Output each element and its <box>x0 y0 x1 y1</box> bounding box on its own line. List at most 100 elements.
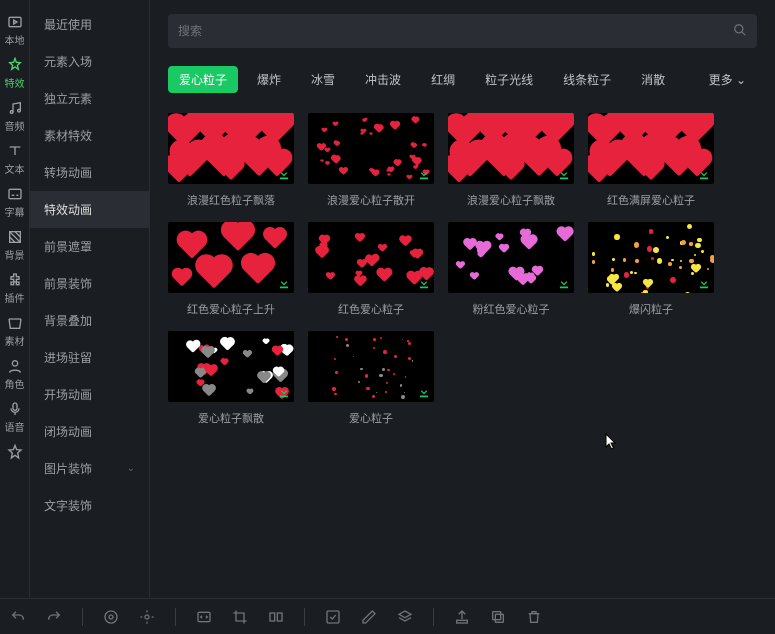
thumbnail-item[interactable]: 爱心粒子飘散 <box>168 331 294 426</box>
download-icon[interactable] <box>697 276 711 290</box>
tag-line[interactable]: 线条粒子 <box>552 66 622 93</box>
thumbnail-preview <box>588 113 714 184</box>
category-label: 文字装饰 <box>44 497 92 514</box>
thumbnail-preview <box>308 331 434 402</box>
thumbnail-preview <box>168 113 294 184</box>
category-label: 素材特效 <box>44 127 92 144</box>
check-icon[interactable] <box>325 609 341 625</box>
category-indep[interactable]: 独立元素 <box>30 80 149 117</box>
category-picdeco[interactable]: 图片装饰⌄ <box>30 450 149 487</box>
category-fgmask[interactable]: 前景遮罩 <box>30 228 149 265</box>
sidebar-tab-effects[interactable]: 特效 <box>0 51 30 94</box>
sidebar-tab-background[interactable]: 背景 <box>0 223 30 266</box>
thumbnail-preview <box>448 113 574 184</box>
thumbnail-item[interactable]: 粉红色爱心粒子 <box>448 222 574 317</box>
download-icon[interactable] <box>557 276 571 290</box>
sidebar-tab-text[interactable]: 文本 <box>0 137 30 180</box>
thumbnail-preview <box>448 222 574 293</box>
more-label: 更多 <box>709 73 733 87</box>
search-box[interactable] <box>168 14 757 48</box>
crop-icon[interactable] <box>232 609 248 625</box>
edit-icon[interactable] <box>361 609 377 625</box>
category-label: 闭场动画 <box>44 423 92 440</box>
icon-sidebar: 本地特效音频文本字幕背景插件素材角色语音 <box>0 0 30 598</box>
sidebar-tab-material[interactable]: 素材 <box>0 309 30 352</box>
tag-heart[interactable]: 爱心粒子 <box>168 66 238 93</box>
category-openani[interactable]: 开场动画 <box>30 376 149 413</box>
download-icon[interactable] <box>277 385 291 399</box>
category-trans[interactable]: 转场动画 <box>30 154 149 191</box>
upload-icon[interactable] <box>454 609 470 625</box>
download-icon[interactable] <box>277 276 291 290</box>
sidebar-tab-local[interactable]: 本地 <box>0 8 30 51</box>
thumbnail-title: 浪漫红色粒子飘落 <box>187 192 275 208</box>
sidebar-tab-subtitle[interactable]: 字幕 <box>0 180 30 223</box>
tag-ribbon[interactable]: 红绸 <box>420 66 466 93</box>
redo-button[interactable] <box>46 609 62 625</box>
split-icon[interactable] <box>268 609 284 625</box>
tag-snow[interactable]: 冰雪 <box>300 66 346 93</box>
tag-explode[interactable]: 爆炸 <box>246 66 292 93</box>
category-recent[interactable]: 最近使用 <box>30 6 149 43</box>
thumbnail-title: 红色爱心粒子 <box>338 301 404 317</box>
category-fgdeco[interactable]: 前景装饰 <box>30 265 149 302</box>
sidebar-tab-voice[interactable]: 语音 <box>0 395 30 438</box>
delete-icon[interactable] <box>526 609 542 625</box>
tag-dissipate[interactable]: 消散 <box>630 66 676 93</box>
thumbnail-item[interactable]: 浪漫爱心粒子散开 <box>308 113 434 208</box>
separator <box>82 608 83 626</box>
thumbnail-title: 爆闪粒子 <box>629 301 673 317</box>
thumbnail-preview <box>168 222 294 293</box>
sidebar-tab-character[interactable]: 角色 <box>0 352 30 395</box>
category-fxanim[interactable]: 特效动画 <box>30 191 149 228</box>
download-icon[interactable] <box>277 167 291 181</box>
sidebar-tab-label: 本地 <box>5 32 25 47</box>
layers-icon[interactable] <box>397 609 413 625</box>
category-enter[interactable]: 元素入场 <box>30 43 149 80</box>
thumbnail-item[interactable]: 浪漫红色粒子飘落 <box>168 113 294 208</box>
focus-button[interactable] <box>139 609 155 625</box>
more-tags-button[interactable]: 更多 ⌄ <box>698 66 757 93</box>
thumbnail-item[interactable]: 爆闪粒子 <box>588 222 714 317</box>
category-label: 前景装饰 <box>44 275 92 292</box>
download-icon[interactable] <box>697 167 711 181</box>
thumbnail-item[interactable]: 红色爱心粒子上升 <box>168 222 294 317</box>
search-input[interactable] <box>178 24 733 38</box>
sidebar-tab-plugin[interactable]: 插件 <box>0 266 30 309</box>
category-textdeco[interactable]: 文字装饰 <box>30 487 149 524</box>
category-label: 开场动画 <box>44 386 92 403</box>
thumbnail-item[interactable]: 爱心粒子 <box>308 331 434 426</box>
thumbnail-item[interactable]: 红色满屏爱心粒子 <box>588 113 714 208</box>
bottom-toolbar <box>0 598 775 634</box>
download-icon[interactable] <box>557 167 571 181</box>
tag-light[interactable]: 粒子光线 <box>474 66 544 93</box>
category-matfx[interactable]: 素材特效 <box>30 117 149 154</box>
sidebar-tab-label: 特效 <box>5 75 25 90</box>
tag-shock[interactable]: 冲击波 <box>354 66 412 93</box>
thumbnail-item[interactable]: 浪漫爱心粒子飘散 <box>448 113 574 208</box>
category-sidebar: 最近使用元素入场独立元素素材特效转场动画特效动画前景遮罩前景装饰背景叠加进场驻留… <box>30 0 150 598</box>
sidebar-tab-favorite[interactable] <box>0 438 30 466</box>
category-stay[interactable]: 进场驻留 <box>30 339 149 376</box>
category-label: 背景叠加 <box>44 312 92 329</box>
search-icon[interactable] <box>733 23 747 40</box>
thumbnail-title: 红色满屏爱心粒子 <box>607 192 695 208</box>
category-label: 独立元素 <box>44 90 92 107</box>
category-label: 特效动画 <box>44 201 92 218</box>
download-icon[interactable] <box>417 167 431 181</box>
sidebar-tab-label: 角色 <box>5 376 25 391</box>
thumbnail-item[interactable]: 红色爱心粒子 <box>308 222 434 317</box>
category-label: 元素入场 <box>44 53 92 70</box>
code-icon[interactable] <box>196 609 212 625</box>
undo-button[interactable] <box>10 609 26 625</box>
category-label: 最近使用 <box>44 16 92 33</box>
sidebar-tab-label: 插件 <box>5 290 25 305</box>
download-icon[interactable] <box>417 276 431 290</box>
thumbnail-preview <box>588 222 714 293</box>
sidebar-tab-audio[interactable]: 音频 <box>0 94 30 137</box>
download-icon[interactable] <box>417 385 431 399</box>
aspect-button[interactable] <box>103 609 119 625</box>
category-closeani[interactable]: 闭场动画 <box>30 413 149 450</box>
category-bgover[interactable]: 背景叠加 <box>30 302 149 339</box>
copy-icon[interactable] <box>490 609 506 625</box>
